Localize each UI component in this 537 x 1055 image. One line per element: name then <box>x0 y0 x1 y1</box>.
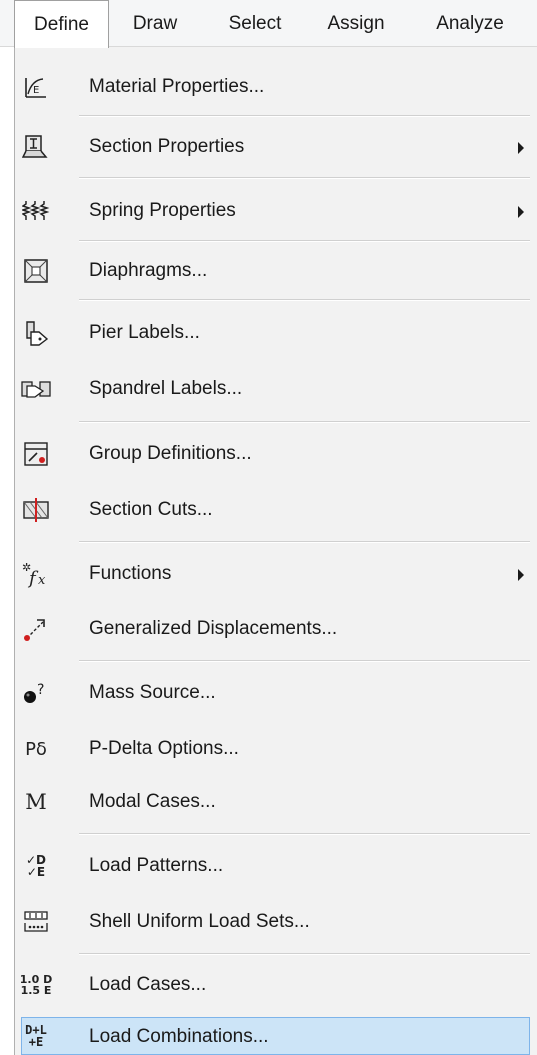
section-properties-icon <box>19 132 53 162</box>
functions-icon: ✲ f x <box>19 559 53 589</box>
submenu-arrow-icon <box>518 569 524 581</box>
menu-separator <box>79 833 530 835</box>
svg-text:?: ? <box>37 682 44 698</box>
svg-text:E: E <box>33 85 39 96</box>
menu-item-label: Material Properties... <box>89 76 265 97</box>
p-delta-icon: Pδ <box>19 734 53 764</box>
menu-item-label: Diaphragms... <box>89 260 208 281</box>
menu-item-label: Generalized Displacements... <box>89 618 338 639</box>
menu-item-spring-properties[interactable]: Spring Properties <box>15 191 537 231</box>
menu-item-load-cases[interactable]: 1.0 D 1.5 E Load Cases... <box>15 965 537 1005</box>
menu-item-p-delta-options[interactable]: Pδ P-Delta Options... <box>15 729 537 769</box>
menu-item-group-definitions[interactable]: Group Definitions... <box>15 434 537 474</box>
menu-item-label: Functions <box>89 563 172 584</box>
menu-item-label: Section Cuts... <box>89 499 213 520</box>
p-delta-icon-text: Pδ <box>25 738 47 760</box>
menu-item-shell-uniform-load-sets[interactable]: Shell Uniform Load Sets... <box>15 902 537 942</box>
menu-item-label: Shell Uniform Load Sets... <box>89 911 310 932</box>
menu-separator <box>79 541 530 543</box>
group-definitions-icon <box>19 439 53 469</box>
menu-item-label: Spring Properties <box>89 200 236 221</box>
menu-item-label: Mass Source... <box>89 682 216 703</box>
section-cuts-icon <box>19 495 53 525</box>
menu-item-label: Load Combinations... <box>89 1026 269 1047</box>
menu-item-spandrel-labels[interactable]: Spandrel Labels... <box>15 369 537 409</box>
menu-item-pier-labels[interactable]: Pier Labels... <box>15 313 537 353</box>
menu-item-label: Group Definitions... <box>89 443 252 464</box>
menu-analyze[interactable]: Analyze <box>418 0 522 47</box>
load-combinations-icon-line-2: +E <box>28 1035 44 1049</box>
menu-bar: Define Draw Select Assign Analyze <box>0 0 537 48</box>
menu-item-generalized-displacements[interactable]: Generalized Displacements... <box>15 609 537 649</box>
menu-separator <box>79 953 530 955</box>
menu-assign[interactable]: Assign <box>314 0 398 47</box>
modal-cases-icon: M <box>19 787 53 817</box>
load-cases-icon-line-2: 1.5 E <box>20 984 52 997</box>
menu-separator <box>79 299 530 301</box>
menu-item-load-combinations[interactable]: D+L +E Load Combinations... <box>21 1017 530 1055</box>
define-dropdown-menu: E Material Properties... Section Propert… <box>14 47 537 1055</box>
svg-text:x: x <box>38 573 46 588</box>
load-cases-icon: 1.0 D 1.5 E <box>19 970 53 1000</box>
material-properties-icon: E <box>19 72 53 102</box>
menu-item-modal-cases[interactable]: M Modal Cases... <box>15 782 537 822</box>
spandrel-labels-icon <box>19 374 53 404</box>
shell-uniform-load-icon <box>19 907 53 937</box>
menu-separator <box>79 177 530 179</box>
load-patterns-icon-line-2: ✓E <box>26 865 46 879</box>
menu-item-diaphragms[interactable]: Diaphragms... <box>15 251 537 291</box>
spring-properties-icon <box>19 196 53 226</box>
mass-source-icon: ? <box>19 678 53 708</box>
menu-item-load-patterns[interactable]: ✓D ✓E Load Patterns... <box>15 846 537 886</box>
menu-item-mass-source[interactable]: ? Mass Source... <box>15 673 537 713</box>
menu-separator <box>79 115 530 117</box>
menu-draw[interactable]: Draw <box>118 0 192 47</box>
submenu-arrow-icon <box>518 206 524 218</box>
menu-item-label: Load Cases... <box>89 974 207 995</box>
pier-labels-icon <box>19 318 53 348</box>
menu-item-label: Modal Cases... <box>89 791 216 812</box>
menu-define[interactable]: Define <box>14 0 109 48</box>
diaphragm-icon <box>19 256 53 286</box>
menu-item-section-properties[interactable]: Section Properties <box>15 127 537 167</box>
menu-item-label: Spandrel Labels... <box>89 378 243 399</box>
menu-separator <box>79 421 530 423</box>
menu-separator <box>79 240 530 242</box>
menu-item-functions[interactable]: ✲ f x Functions <box>15 554 537 594</box>
menu-item-label: Pier Labels... <box>89 322 200 343</box>
menu-select[interactable]: Select <box>214 0 296 47</box>
generalized-displacements-icon <box>19 614 53 644</box>
menu-item-label: Load Patterns... <box>89 855 224 876</box>
load-combinations-icon: D+L +E <box>19 1021 53 1051</box>
menu-item-label: P-Delta Options... <box>89 738 239 759</box>
load-patterns-icon: ✓D ✓E <box>19 851 53 881</box>
menu-item-material-properties[interactable]: E Material Properties... <box>15 67 537 107</box>
menu-separator <box>79 660 530 662</box>
modal-cases-icon-text: M <box>25 790 47 814</box>
menu-item-label: Section Properties <box>89 136 245 157</box>
submenu-arrow-icon <box>518 142 524 154</box>
menu-item-section-cuts[interactable]: Section Cuts... <box>15 490 537 530</box>
